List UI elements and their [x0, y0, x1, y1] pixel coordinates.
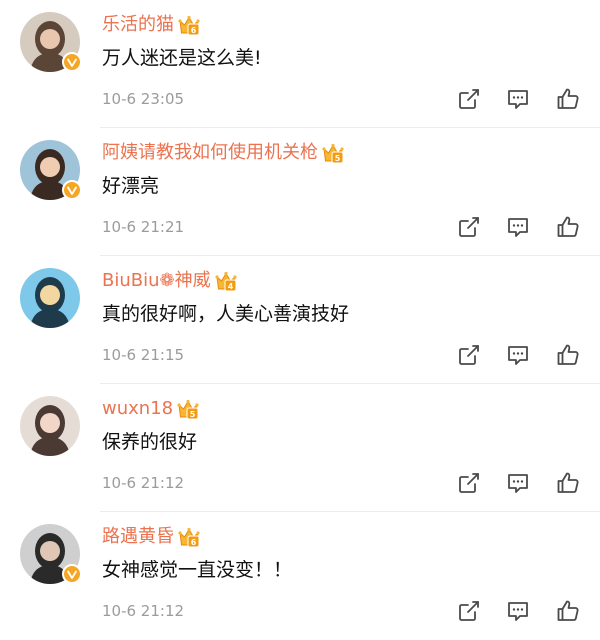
crown-badge-icon: 6 — [177, 13, 201, 37]
share-icon[interactable] — [456, 342, 482, 368]
avatar[interactable] — [20, 268, 80, 328]
comment-text: 真的很好啊，人美心善演技好 — [102, 303, 350, 325]
comment-text: 女神感觉一直没变！！ — [102, 559, 293, 581]
username[interactable]: BiuBiu❁神威 — [102, 268, 211, 294]
verified-badge-icon — [62, 564, 82, 584]
svg-text:5: 5 — [335, 154, 341, 163]
timestamp: 10-6 23:05 — [102, 90, 185, 108]
verified-badge-icon — [62, 180, 82, 200]
share-icon[interactable] — [456, 86, 482, 112]
comment-item: BiuBiu❁神威 4 真的很好啊，人美心善演技好 10-6 21:15 — [0, 256, 600, 384]
comment-icon[interactable] — [505, 598, 531, 624]
share-icon[interactable] — [456, 470, 482, 496]
svg-text:6: 6 — [191, 26, 197, 35]
username[interactable]: 路遇黄昏 — [102, 524, 174, 550]
verified-badge-icon — [62, 52, 82, 72]
comment-text: 保养的很好 — [102, 431, 198, 453]
username[interactable]: wuxn18 — [102, 396, 173, 422]
crown-badge-icon: 6 — [177, 525, 201, 549]
thumbs-up-icon[interactable] — [555, 598, 581, 624]
comment-icon[interactable] — [505, 214, 531, 240]
thumbs-up-icon[interactable] — [555, 342, 581, 368]
svg-text:6: 6 — [191, 538, 197, 547]
comment-icon[interactable] — [505, 86, 531, 112]
crown-badge-icon: 5 — [176, 397, 200, 421]
thumbs-up-icon[interactable] — [555, 470, 581, 496]
comment-item: 乐活的猫 6 万人迷还是这么美! 10-6 23:05 — [0, 0, 600, 128]
comment-icon[interactable] — [505, 470, 531, 496]
timestamp: 10-6 21:12 — [102, 602, 185, 620]
share-icon[interactable] — [456, 214, 482, 240]
comment-item: 阿姨请教我如何使用机关枪 5 好漂亮 10-6 21:21 — [0, 128, 600, 256]
comment-text: 好漂亮 — [102, 175, 160, 197]
crown-badge-icon: 5 — [321, 141, 345, 165]
thumbs-up-icon[interactable] — [555, 214, 581, 240]
thumbs-up-icon[interactable] — [555, 86, 581, 112]
username[interactable]: 乐活的猫 — [102, 12, 174, 38]
comment-item: wuxn18 5 保养的很好 10-6 21:12 — [0, 384, 600, 512]
username[interactable]: 阿姨请教我如何使用机关枪 — [102, 140, 318, 166]
comment-text: 万人迷还是这么美! — [102, 47, 262, 69]
avatar[interactable] — [20, 396, 80, 456]
timestamp: 10-6 21:21 — [102, 218, 185, 236]
crown-badge-icon: 4 — [214, 269, 238, 293]
comment-list: 乐活的猫 6 万人迷还是这么美! 10-6 23:05 阿姨请教我如何使用机关枪… — [0, 0, 600, 631]
comment-item: 路遇黄昏 6 女神感觉一直没变！！ 10-6 21:12 — [0, 512, 600, 640]
share-icon[interactable] — [456, 598, 482, 624]
comment-icon[interactable] — [505, 342, 531, 368]
timestamp: 10-6 21:12 — [102, 474, 185, 492]
timestamp: 10-6 21:15 — [102, 346, 185, 364]
svg-text:4: 4 — [228, 282, 234, 291]
svg-text:5: 5 — [190, 410, 196, 419]
